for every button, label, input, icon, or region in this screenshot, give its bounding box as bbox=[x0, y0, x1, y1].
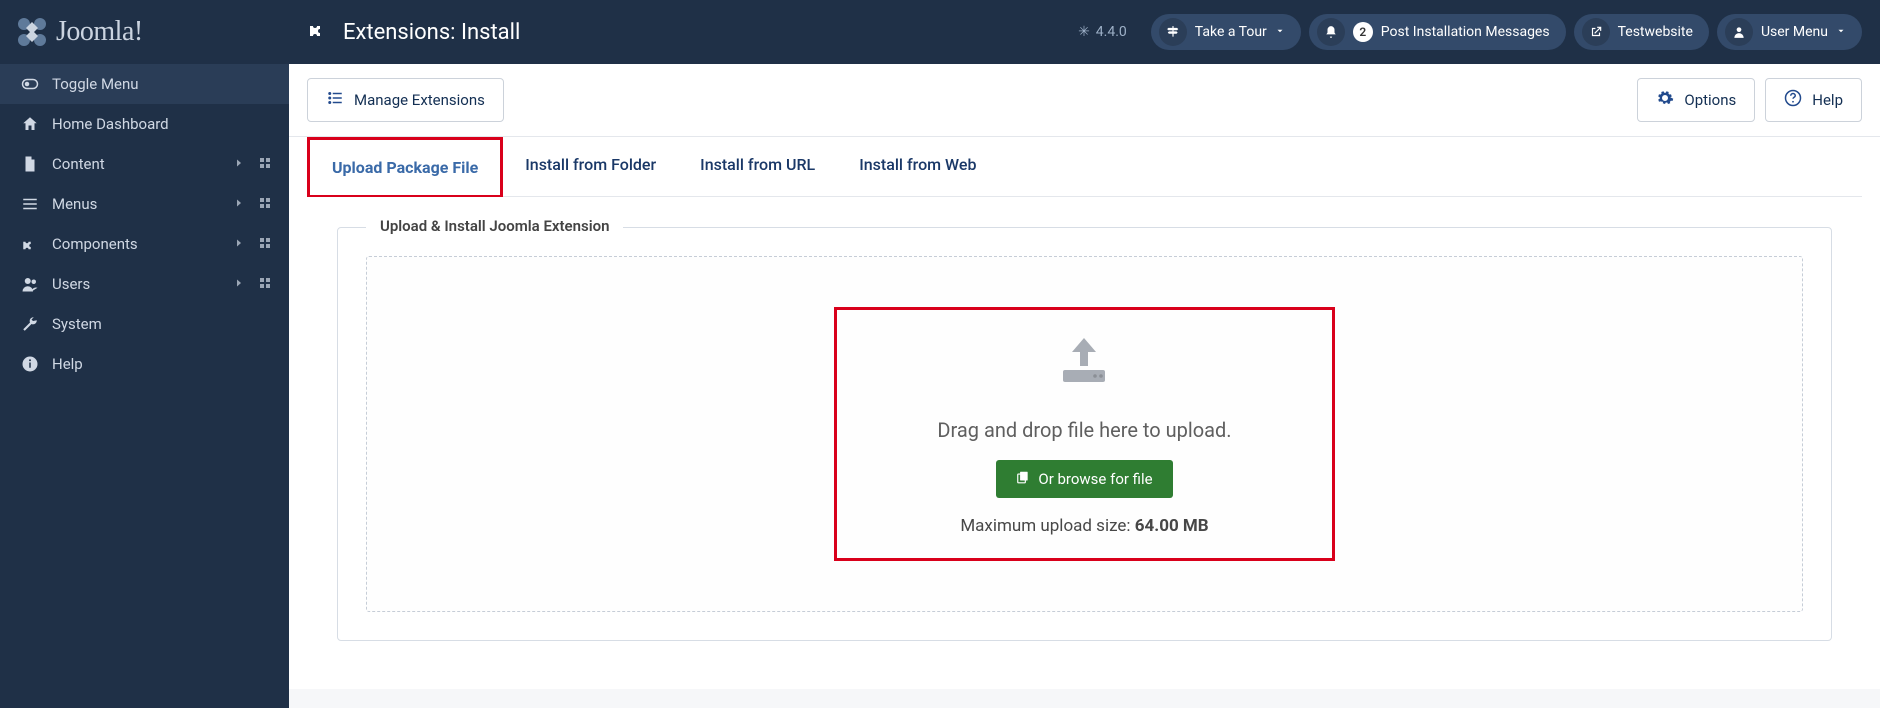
max-upload-text: Maximum upload size: 64.00 MB bbox=[960, 516, 1208, 536]
toggle-icon bbox=[18, 75, 42, 93]
nav-label: System bbox=[52, 315, 271, 333]
tab-install-url[interactable]: Install from URL bbox=[678, 137, 837, 196]
puzzle-icon bbox=[18, 235, 42, 253]
dashboard-icon[interactable] bbox=[259, 195, 271, 213]
toolbar: Manage Extensions Options Help bbox=[289, 64, 1880, 137]
users-icon bbox=[18, 275, 42, 293]
dropzone[interactable]: Drag and drop file here to upload. Or br… bbox=[366, 256, 1803, 612]
drop-center-highlight: Drag and drop file here to upload. Or br… bbox=[834, 307, 1334, 561]
nav-label: Components bbox=[52, 235, 225, 253]
chevron-right-icon bbox=[233, 235, 245, 253]
site-link-button[interactable]: Testwebsite bbox=[1574, 14, 1709, 50]
sidebar-item-content[interactable]: Content bbox=[0, 144, 289, 184]
nav-label: Home Dashboard bbox=[52, 115, 271, 133]
options-button[interactable]: Options bbox=[1637, 78, 1755, 122]
tab-install-web[interactable]: Install from Web bbox=[837, 137, 998, 196]
page-title-text: Extensions: Install bbox=[343, 20, 520, 45]
copy-icon bbox=[1016, 470, 1030, 488]
joomla-small-icon: ✳ bbox=[1078, 24, 1090, 40]
tabs: Upload Package File Install from Folder … bbox=[307, 137, 1862, 197]
sidebar-item-users[interactable]: Users bbox=[0, 264, 289, 304]
nav-label: Content bbox=[52, 155, 225, 173]
external-link-icon bbox=[1582, 18, 1610, 46]
chevron-right-icon bbox=[233, 275, 245, 293]
puzzle-icon bbox=[307, 17, 331, 47]
map-signs-icon bbox=[1159, 18, 1187, 46]
toggle-menu-button[interactable]: Toggle Menu bbox=[0, 64, 289, 104]
sidebar-item-system[interactable]: System bbox=[0, 304, 289, 344]
drop-text: Drag and drop file here to upload. bbox=[937, 418, 1231, 442]
nav-label: Help bbox=[52, 355, 271, 373]
dashboard-icon[interactable] bbox=[259, 235, 271, 253]
brand-text: Joomla! bbox=[56, 16, 143, 48]
chevron-right-icon bbox=[233, 195, 245, 213]
post-install-button[interactable]: 2 Post Installation Messages bbox=[1309, 14, 1566, 50]
user-menu-button[interactable]: User Menu bbox=[1717, 14, 1862, 50]
manage-extensions-button[interactable]: Manage Extensions bbox=[307, 78, 504, 122]
content-area: Upload Package File Install from Folder … bbox=[289, 137, 1880, 689]
upload-panel: Upload & Install Joomla Extension Drag a… bbox=[337, 227, 1832, 641]
version-label: ✳ 4.4.0 bbox=[1078, 24, 1127, 40]
bell-icon bbox=[1317, 18, 1345, 46]
wrench-icon bbox=[18, 315, 42, 333]
list-icon bbox=[326, 89, 344, 111]
tab-upload-package[interactable]: Upload Package File bbox=[307, 137, 503, 197]
info-icon bbox=[18, 355, 42, 373]
chevron-right-icon bbox=[233, 155, 245, 173]
nav-label: Users bbox=[52, 275, 225, 293]
list-icon bbox=[18, 195, 42, 213]
gear-icon bbox=[1656, 89, 1674, 111]
question-icon bbox=[1784, 89, 1802, 111]
page-title: Extensions: Install bbox=[307, 17, 520, 47]
user-icon bbox=[1725, 18, 1753, 46]
sidebar-item-components[interactable]: Components bbox=[0, 224, 289, 264]
panel-title: Upload & Install Joomla Extension bbox=[366, 217, 623, 235]
dashboard-icon[interactable] bbox=[259, 275, 271, 293]
chevron-down-icon bbox=[1836, 24, 1846, 40]
home-icon bbox=[18, 115, 42, 133]
brand-logo[interactable]: Joomla! bbox=[0, 0, 289, 64]
sidebar-item-menus[interactable]: Menus bbox=[0, 184, 289, 224]
browse-button[interactable]: Or browse for file bbox=[996, 460, 1172, 498]
notification-badge: 2 bbox=[1353, 22, 1373, 42]
header-bar: Extensions: Install ✳ 4.4.0 Take a Tour … bbox=[289, 0, 1880, 64]
dashboard-icon[interactable] bbox=[259, 155, 271, 173]
upload-icon bbox=[1055, 336, 1113, 392]
tab-install-folder[interactable]: Install from Folder bbox=[503, 137, 678, 196]
sidebar: Joomla! Toggle Menu Home Dashboard Conte… bbox=[0, 0, 289, 708]
help-button[interactable]: Help bbox=[1765, 78, 1862, 122]
nav-label: Menus bbox=[52, 195, 225, 213]
take-tour-button[interactable]: Take a Tour bbox=[1151, 14, 1301, 50]
main-area: Extensions: Install ✳ 4.4.0 Take a Tour … bbox=[289, 0, 1880, 708]
file-icon bbox=[18, 155, 42, 173]
sidebar-item-home[interactable]: Home Dashboard bbox=[0, 104, 289, 144]
nav-label: Toggle Menu bbox=[52, 75, 271, 93]
chevron-down-icon bbox=[1275, 24, 1285, 40]
joomla-icon bbox=[16, 16, 48, 48]
sidebar-item-help[interactable]: Help bbox=[0, 344, 289, 384]
